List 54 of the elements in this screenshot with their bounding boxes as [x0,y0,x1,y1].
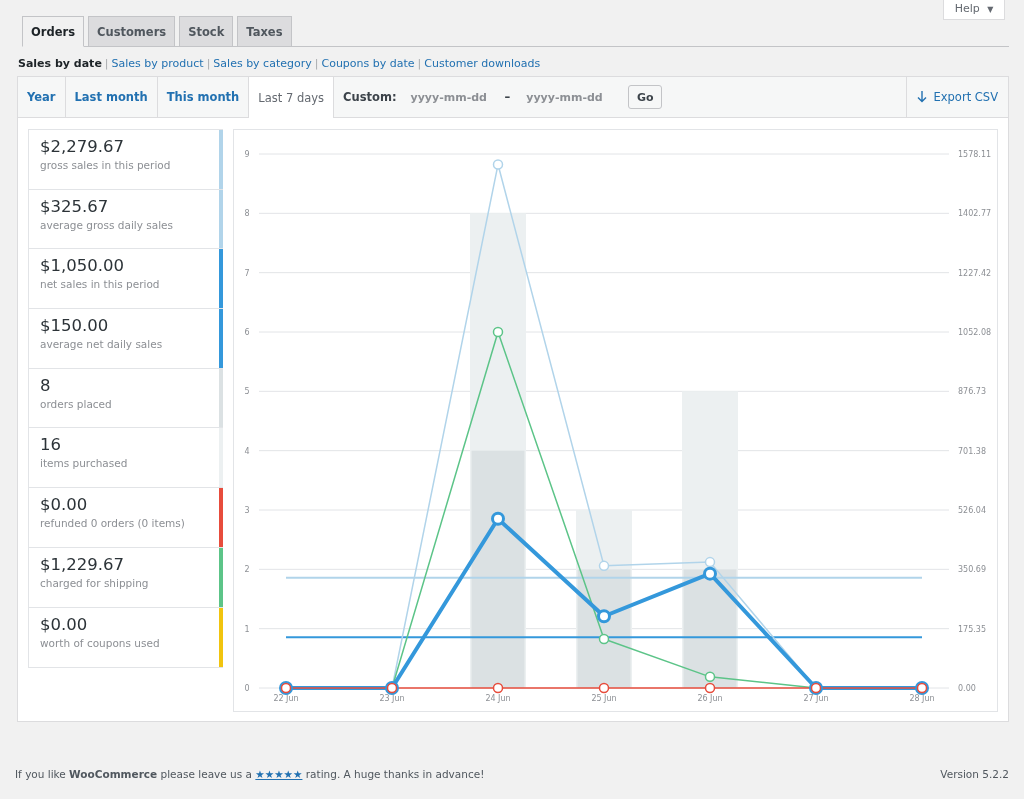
axis-label: 22 Jun [273,694,299,703]
axis-label: 0.00 [958,684,976,693]
axis-label: 3 [244,506,250,515]
axis-label: 5 [244,387,250,397]
summary-label: average gross daily sales [40,218,174,231]
summary-value: $1,050.00 [40,256,125,277]
axis-label: 4 [244,446,250,456]
summary-label: refunded 0 orders (0 items) [40,517,186,530]
axis-label: 6 [244,328,250,337]
footer-text: If you like WooCommerce please leave us a ★★★★★ rating. A huge thanks in advance! [15,768,485,780]
axis-label: 23 Jun [379,694,405,703]
caret-icon: ▼ [987,4,994,14]
summary-value: $325.67 [40,196,110,217]
axis-label: 1578.11 [958,150,992,159]
summary-label: gross sales in this period [40,159,172,171]
version-text: Version 5.2.2 [940,768,1009,780]
summary-value: $0.00 [40,495,89,516]
summary-label: items purchased [40,457,129,470]
axis-label: 27 Jun [803,694,829,703]
custom-label: Custom: [343,90,397,104]
axis-label: 1052.08 [958,328,992,337]
axis-label: 26 Jun [697,694,723,703]
axis-label: 175.35 [958,624,986,634]
range-dash: – [504,90,511,104]
axis-label: 526.04 [958,506,986,515]
summary-label: worth of coupons used [40,636,161,649]
summary-value: $1,229.67 [40,554,125,575]
axis-label: 8 [244,209,250,219]
axis-label: 7 [244,268,250,278]
separator: | [417,56,422,70]
summary-value: $150.00 [40,316,110,337]
axis-label: 2 [244,565,250,575]
summary-value: 8 [40,375,52,396]
axis-label: 24 Jun [485,694,511,703]
summary-label: average net daily sales [40,338,164,351]
axis-label: 1 [244,624,250,634]
axis-label: 1402.77 [958,209,992,219]
axis-label: 9 [244,150,250,159]
axis-label: 876.73 [958,387,986,397]
summary-value: $2,279.67 [40,137,125,157]
summary-value: 16 [40,435,62,456]
axis-label: 350.69 [958,565,986,575]
separator: | [104,56,109,70]
separator: | [206,56,211,70]
axis-label: 1227.42 [958,268,992,278]
summary-label: net sales in this period [40,278,161,291]
axis-label: 25 Jun [591,694,617,703]
summary-label: orders placed [40,397,113,410]
axis-label: 701.38 [958,446,986,456]
separator: | [314,56,319,70]
axis-label: 0 [244,684,250,693]
axis-label: 28 Jun [909,694,935,703]
summary-label: charged for shipping [40,576,150,589]
summary-value: $0.00 [40,614,89,635]
